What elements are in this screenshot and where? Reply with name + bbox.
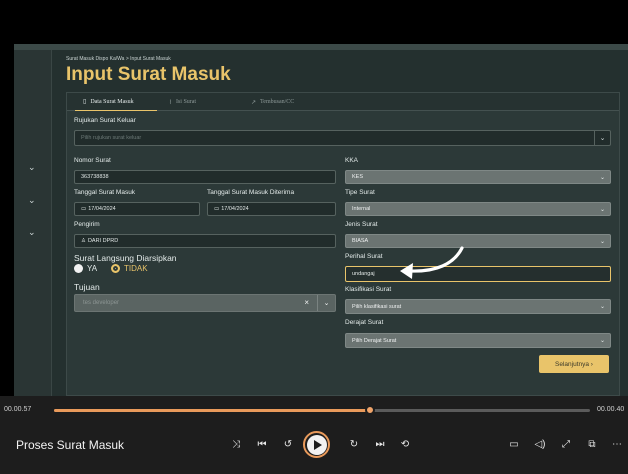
kka-label: KKA: [345, 157, 359, 164]
radio-ya-dot[interactable]: [74, 264, 83, 273]
tipe-select[interactable]: Internal ⌄: [345, 202, 611, 216]
pengirim-label: Pengirim: [74, 221, 100, 228]
app-window: ⌄ ⌄ ⌄ Surat Masuk Dispo Ka/Wa > Input Su…: [14, 44, 628, 396]
tgl-masuk-label: Tanggal Surat Masuk: [74, 189, 136, 196]
tipe-label: Tipe Surat: [345, 189, 375, 196]
tab-label: Tembusan/CC: [260, 99, 295, 105]
more-icon[interactable]: ⋯: [609, 439, 625, 450]
repeat-icon[interactable]: ⟲: [397, 439, 413, 450]
chevron-down-icon: ⌄: [599, 238, 605, 245]
play-icon: [306, 434, 327, 455]
tab-isi-surat[interactable]: ⌇ Isi Surat: [163, 93, 233, 111]
radio-tidak-label: TIDAK: [124, 264, 148, 273]
jenis-label: Jenis Surat: [345, 221, 378, 228]
rujukan-label: Rujukan Surat Keluar: [74, 117, 136, 124]
chevron-down-icon: ⌄: [599, 174, 605, 181]
klasifikasi-label: Klasifikasi Surat: [345, 286, 392, 293]
calendar-icon: ▭: [214, 206, 220, 212]
kka-value: KES: [352, 174, 364, 180]
tab-bar: ▯ Data Surat Masuk ⌇ Isi Surat ↗ Tembusa…: [67, 93, 619, 111]
tab-label: Isi Surat: [175, 99, 197, 105]
time-current: 00.00.57: [4, 406, 32, 413]
perihal-label: Perihal Surat: [345, 253, 383, 260]
subtitles-icon[interactable]: ▭: [506, 439, 522, 450]
seek-progress: [54, 409, 371, 412]
shuffle-icon[interactable]: ⤨: [228, 439, 244, 450]
pengirim-input[interactable]: ♙ DARI DPRD: [74, 234, 336, 248]
play-button[interactable]: [303, 431, 330, 458]
user-icon: ♙: [81, 238, 86, 244]
chevron-down-icon: ⌄: [599, 338, 605, 344]
jenis-select[interactable]: BIASA ⌄: [345, 234, 611, 248]
next-button[interactable]: Selanjutnya ›: [539, 355, 609, 373]
video-frame: ⌄ ⌄ ⌄ Surat Masuk Dispo Ka/Wa > Input Su…: [0, 0, 628, 396]
volume-icon[interactable]: ◁): [532, 439, 548, 450]
tab-data-surat-masuk[interactable]: ▯ Data Surat Masuk: [75, 93, 157, 111]
jenis-value: BIASA: [352, 238, 369, 244]
tgl-masuk-input[interactable]: ▭ 17/04/2024: [74, 202, 200, 216]
share-arrow-icon: ↗: [251, 99, 257, 106]
fullscreen-icon[interactable]: ⤢: [558, 439, 574, 450]
form-card: ▯ Data Surat Masuk ⌇ Isi Surat ↗ Tembusa…: [66, 92, 620, 396]
radio-ya[interactable]: YA: [74, 264, 97, 273]
breadcrumb[interactable]: Surat Masuk Dispo Ka/Wa > Input Surat Ma…: [66, 56, 171, 62]
chevron-down-icon[interactable]: ⌄: [28, 162, 36, 173]
next-icon[interactable]: ⏭: [372, 439, 388, 450]
chevron-down-icon[interactable]: ⌄: [317, 295, 335, 311]
paperclip-icon: ⌇: [169, 99, 172, 106]
media-player-bar: 00.00.57 00.00.40 Proses Surat Masuk ⤨ ⏮…: [0, 396, 628, 474]
seek-bar[interactable]: [54, 405, 590, 415]
media-title: Proses Surat Masuk: [16, 438, 125, 452]
rewind-10-icon[interactable]: ↺: [280, 439, 296, 450]
annotation-arrow-icon: [400, 246, 464, 279]
klasifikasi-placeholder: Pilih klasifikasi surat: [352, 303, 402, 310]
chevron-down-icon[interactable]: ⌄: [594, 131, 610, 145]
seek-thumb[interactable]: [365, 405, 376, 415]
chevron-down-icon: ⌄: [599, 304, 605, 310]
rujukan-placeholder: Pilih rujukan surat keluar: [81, 135, 142, 141]
derajat-placeholder: Pilih Derajat Surat: [352, 337, 397, 344]
tgl-diterima-input[interactable]: ▭ 17/04/2024: [207, 202, 336, 216]
tgl-diterima-label: Tanggal Surat Masuk Diterima: [207, 189, 295, 196]
tab-label: Data Surat Masuk: [90, 98, 134, 105]
time-end: 00.00.40: [597, 406, 625, 413]
tujuan-placeholder: tes developer: [83, 300, 120, 306]
chevron-down-icon[interactable]: ⌄: [28, 195, 36, 206]
tujuan-select[interactable]: tes developer × ⌄: [74, 294, 336, 312]
chevron-down-icon[interactable]: ⌄: [28, 227, 36, 238]
sidebar: ⌄ ⌄ ⌄: [14, 50, 52, 396]
chevron-down-icon: ⌄: [599, 206, 605, 213]
nomor-label: Nomor Surat: [74, 157, 111, 164]
miniplayer-icon[interactable]: ⧉: [584, 439, 600, 450]
forward-30-icon[interactable]: ↻: [346, 439, 362, 450]
tujuan-label: Tujuan: [74, 282, 100, 292]
derajat-label: Derajat Surat: [345, 319, 384, 326]
kka-select[interactable]: KES ⌄: [345, 170, 611, 184]
tipe-value: Internal: [352, 206, 371, 212]
tab-tembusan[interactable]: ↗ Tembusan/CC: [245, 93, 335, 111]
document-icon: ▯: [83, 99, 87, 105]
radio-tidak-dot[interactable]: [111, 264, 120, 273]
tgl-diterima-value: 17/04/2024: [221, 206, 249, 212]
main-content: Surat Masuk Dispo Ka/Wa > Input Surat Ma…: [66, 50, 628, 396]
pengirim-value: DARI DPRD: [87, 238, 119, 244]
rujukan-select[interactable]: Pilih rujukan surat keluar ⌄: [74, 130, 611, 146]
langsung-label: Surat Langsung Diarsipkan: [74, 253, 177, 263]
previous-icon[interactable]: ⏮: [254, 439, 270, 450]
perihal-input[interactable]: undangaj: [345, 266, 611, 282]
clear-icon[interactable]: ×: [304, 298, 309, 307]
nomor-input[interactable]: 363738838: [74, 170, 336, 184]
page-title: Input Surat Masuk: [66, 64, 231, 85]
tgl-masuk-value: 17/04/2024: [88, 206, 116, 212]
klasifikasi-select[interactable]: Pilih klasifikasi surat ⌄: [345, 299, 611, 314]
calendar-icon: ▭: [81, 206, 87, 212]
radio-tidak[interactable]: TIDAK: [111, 264, 148, 273]
radio-ya-label: YA: [87, 264, 98, 273]
derajat-select[interactable]: Pilih Derajat Surat ⌄: [345, 333, 611, 348]
